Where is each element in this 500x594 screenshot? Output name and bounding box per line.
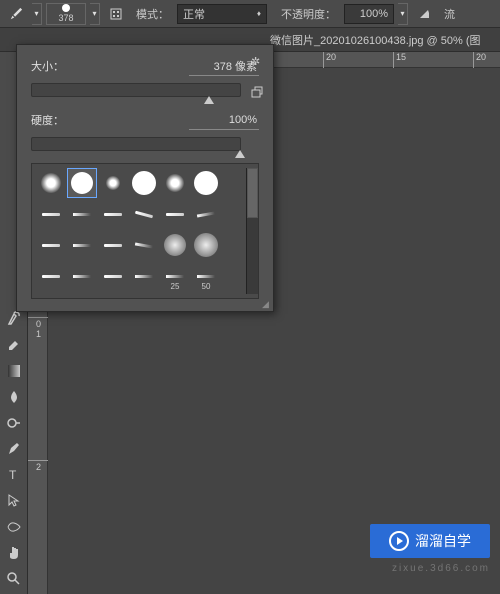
gradient-icon[interactable]	[3, 360, 25, 382]
watermark-badge: 溜溜自学	[370, 524, 490, 558]
brush-tip[interactable]	[98, 199, 128, 229]
shape-icon[interactable]	[3, 516, 25, 538]
palette-scrollbar[interactable]	[246, 168, 258, 294]
hardness-slider-thumb[interactable]	[235, 150, 245, 158]
brush-tip[interactable]: 50	[191, 261, 221, 291]
ruler-tick: 20	[323, 52, 336, 68]
brush-tip[interactable]	[129, 199, 159, 229]
eraser-icon[interactable]	[3, 334, 25, 356]
opacity-label: 不透明度：	[281, 6, 336, 22]
brush-tip[interactable]	[129, 230, 159, 260]
brush-tip[interactable]	[98, 261, 128, 291]
brush-tip[interactable]	[67, 261, 97, 291]
resize-grip-icon[interactable]: ◢	[262, 300, 272, 310]
watermark-url: zixue.3d66.com	[392, 563, 490, 574]
size-slider[interactable]	[31, 83, 241, 97]
size-input[interactable]: 378 像素	[189, 56, 259, 76]
scrollbar-thumb[interactable]	[247, 168, 258, 218]
tool-preset-dropdown[interactable]: ▾	[32, 3, 42, 25]
brush-size-label: 50	[191, 282, 221, 291]
brush-size-preview[interactable]: 378	[46, 3, 86, 25]
size-label: 大小：	[31, 58, 64, 74]
brush-tip-palette: 25 50	[31, 163, 259, 299]
type-icon[interactable]: T	[3, 464, 25, 486]
play-icon	[389, 531, 409, 551]
hand-icon[interactable]	[3, 542, 25, 564]
brush-tip[interactable]	[191, 230, 221, 260]
brush-tip[interactable]	[160, 230, 190, 260]
ruler-tick: 2	[28, 460, 48, 472]
brush-tip[interactable]	[36, 261, 66, 291]
ruler-tick: 15	[393, 52, 406, 68]
mode-label: 模式：	[136, 6, 169, 22]
svg-text:T: T	[9, 468, 17, 482]
brush-size-label: 25	[160, 282, 190, 291]
brush-tip[interactable]	[160, 168, 190, 198]
brush-tip[interactable]	[67, 230, 97, 260]
brush-tip[interactable]	[98, 230, 128, 260]
brush-tip[interactable]	[36, 168, 66, 198]
hardness-label: 硬度：	[31, 112, 64, 128]
brush-tip[interactable]	[67, 199, 97, 229]
panel-settings-icon[interactable]: ✲	[251, 55, 267, 68]
brush-tip[interactable]	[67, 168, 97, 198]
pressure-opacity-icon[interactable]	[412, 3, 436, 25]
brush-tip[interactable]	[191, 199, 221, 229]
hardness-input[interactable]: 100%	[189, 110, 259, 130]
blur-icon[interactable]	[3, 386, 25, 408]
options-toolbar: ▾ 378 ▾ 模式： 正常 ♦ 不透明度： 100% ▾ 流	[0, 0, 500, 28]
opacity-dropdown[interactable]: ▾	[398, 3, 408, 25]
brush-tip[interactable]	[129, 168, 159, 198]
brush-tip[interactable]	[191, 168, 221, 198]
brush-panel-toggle-icon[interactable]	[104, 3, 128, 25]
hardness-slider[interactable]	[31, 137, 241, 151]
document-tab-title[interactable]: 微信图片_20201026100438.jpg @ 50% (图	[270, 32, 481, 48]
brush-tool-icon[interactable]	[4, 3, 28, 25]
brush-tip[interactable]	[98, 168, 128, 198]
brush-tip[interactable]	[36, 199, 66, 229]
brush-tip[interactable]: 25	[160, 261, 190, 291]
brush-preset-panel: ✲ 大小： 378 像素 硬度： 100%	[16, 44, 274, 312]
brush-tip[interactable]	[129, 261, 159, 291]
pen-icon[interactable]	[3, 438, 25, 460]
brush-tip[interactable]	[160, 199, 190, 229]
ruler-tick: 01	[28, 317, 48, 339]
hardness-value: 100%	[229, 114, 257, 126]
brush-size-preview-value: 378	[58, 13, 73, 23]
watermark-text: 溜溜自学	[415, 531, 471, 551]
size-slider-thumb[interactable]	[204, 96, 214, 104]
dodge-icon[interactable]	[3, 412, 25, 434]
brush-preset-dropdown[interactable]: ▾	[90, 3, 100, 25]
opacity-input[interactable]: 100%	[344, 4, 394, 24]
new-preset-icon[interactable]	[251, 86, 267, 101]
blend-mode-select[interactable]: 正常 ♦	[177, 4, 267, 24]
ruler-tick: 20	[473, 52, 486, 68]
zoom-icon[interactable]	[3, 568, 25, 590]
mode-value: 正常	[183, 6, 205, 22]
opacity-value: 100%	[360, 8, 388, 20]
path-select-icon[interactable]	[3, 490, 25, 512]
flow-label: 流	[444, 6, 455, 22]
brush-tip[interactable]	[36, 230, 66, 260]
